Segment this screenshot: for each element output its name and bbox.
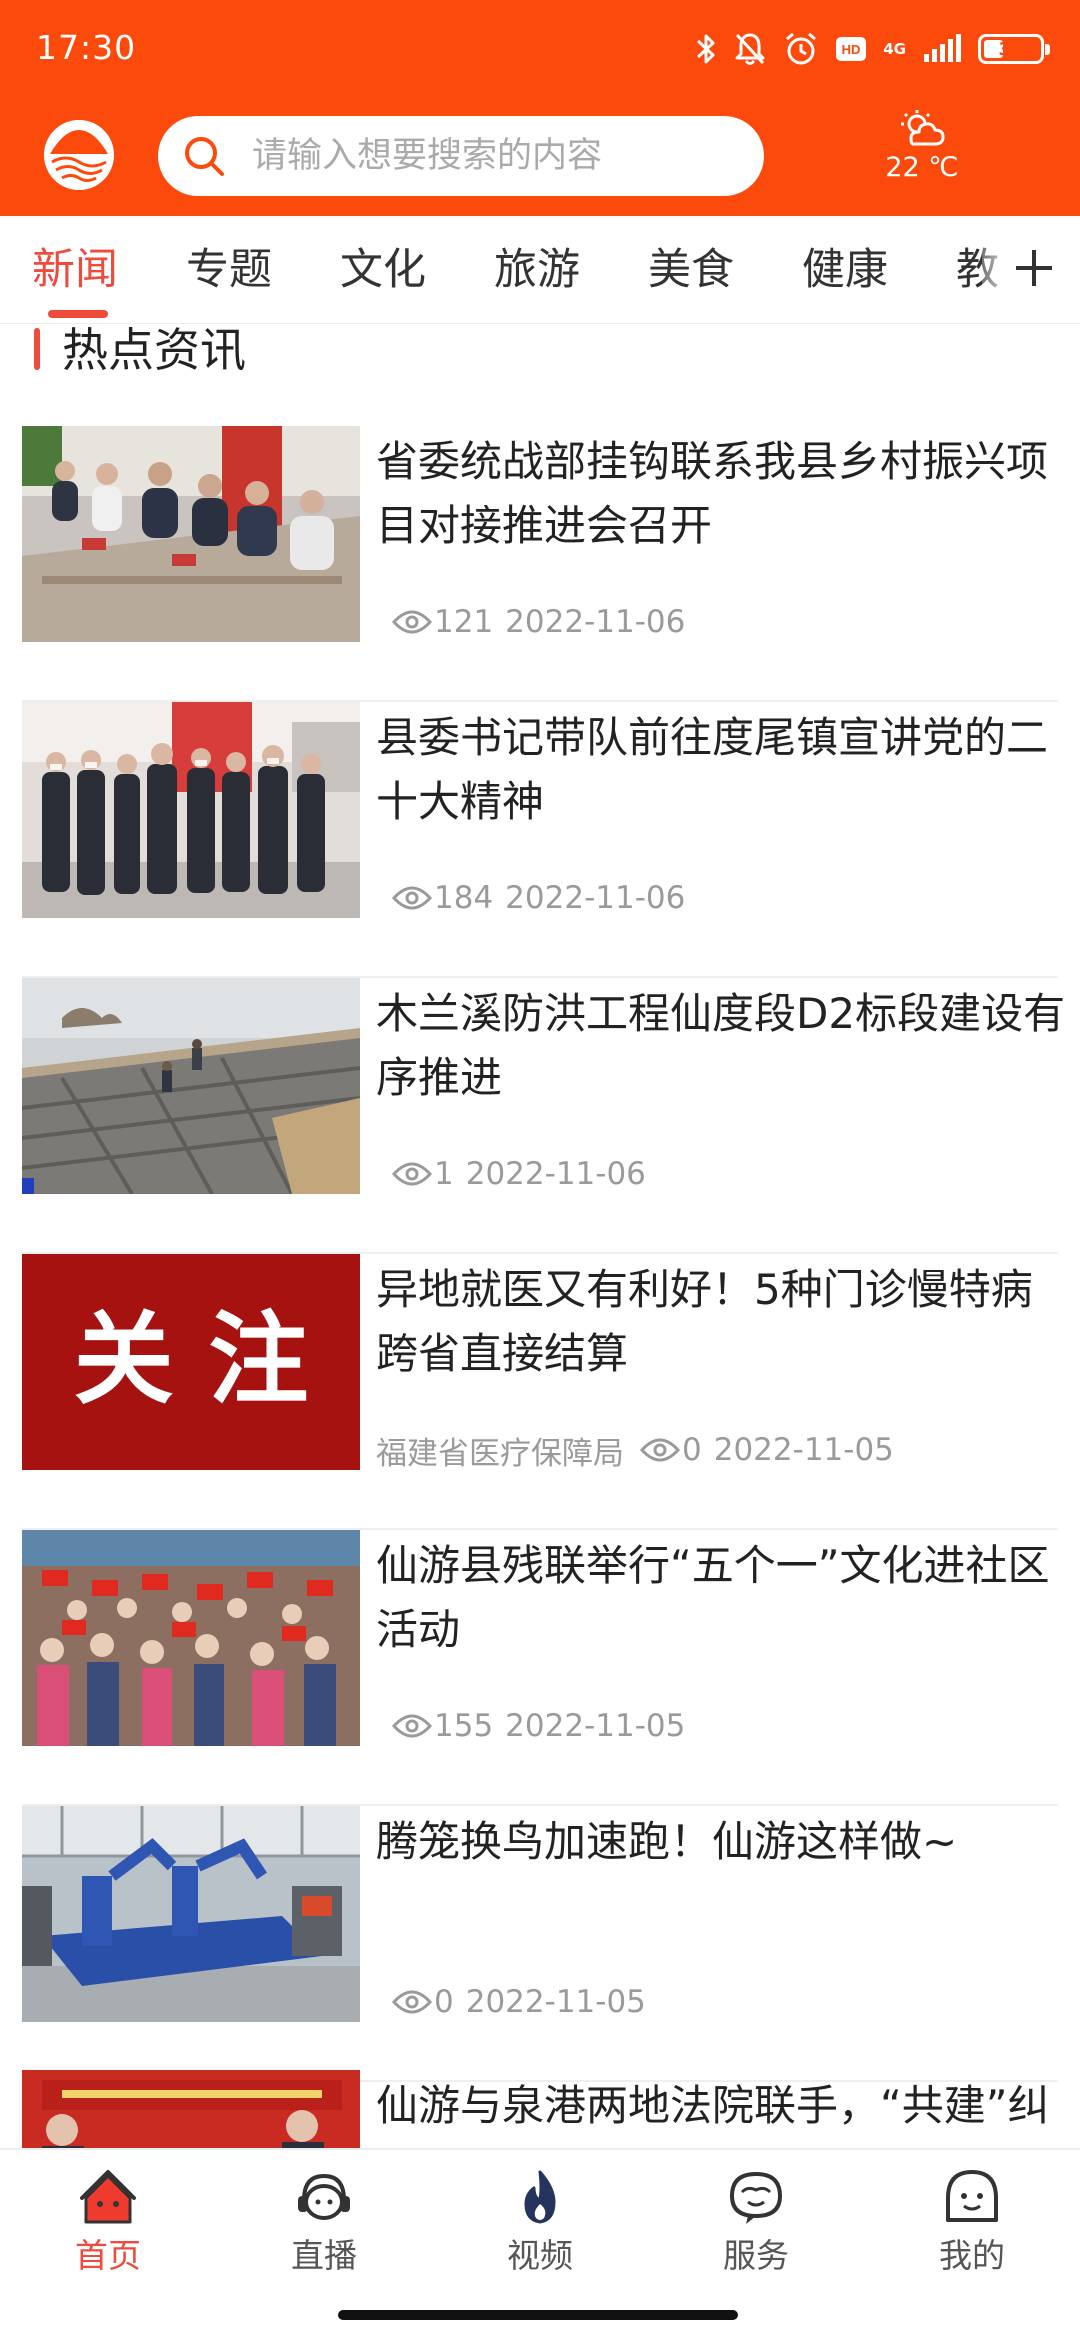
news-item[interactable]: 腾笼换鸟加速跑！仙游这样做~ 0 2022-11-05 bbox=[22, 1806, 1058, 2082]
news-meta: 福建省医疗保障局 0 2022-11-05 bbox=[376, 1430, 894, 1472]
news-thumbnail bbox=[22, 702, 360, 918]
svg-text:HD: HD bbox=[842, 42, 861, 57]
add-channel-button[interactable] bbox=[982, 216, 1080, 323]
news-title: 腾笼换鸟加速跑！仙游这样做~ bbox=[376, 1817, 958, 1866]
status-time: 17:30 bbox=[36, 28, 137, 67]
meeting-photo bbox=[22, 426, 360, 642]
attention-banner: 关 注 bbox=[22, 1254, 360, 1470]
search-icon bbox=[185, 137, 224, 176]
battery-icon: 36 bbox=[978, 34, 1050, 64]
tab-food[interactable]: 美食 bbox=[648, 216, 734, 323]
section-marker bbox=[34, 328, 40, 370]
news-date: 2022-11-06 bbox=[465, 1156, 646, 1192]
home-indicator[interactable] bbox=[338, 2310, 738, 2320]
news-item[interactable]: 仙游县残联举行“五个一”文化进社区活动 155 2022-11-05 bbox=[22, 1530, 1058, 1806]
temperature: 22 ℃ bbox=[885, 152, 959, 183]
nav-live[interactable]: 直播 bbox=[244, 2168, 404, 2298]
search-placeholder: 请输入想要搜索的内容 bbox=[252, 136, 603, 176]
nav-service[interactable]: 服务 bbox=[676, 2168, 836, 2298]
nav-service-label: 服务 bbox=[723, 2236, 789, 2275]
plus-icon bbox=[1016, 250, 1052, 286]
status-icons: HD 4G 36 bbox=[695, 24, 1050, 74]
news-meta: 121 2022-11-06 bbox=[376, 602, 685, 642]
battery-percent: 36 bbox=[998, 38, 1024, 60]
live-headset-icon bbox=[298, 2173, 350, 2220]
logo-icon bbox=[44, 120, 114, 190]
tab-travel[interactable]: 旅游 bbox=[494, 216, 580, 323]
news-meta: 0 2022-11-05 bbox=[376, 1982, 646, 2022]
search-bar[interactable]: 请输入想要搜索的内容 bbox=[158, 116, 764, 196]
flame-icon bbox=[524, 2170, 556, 2224]
news-thumbnail bbox=[22, 1806, 360, 2022]
news-thumbnail bbox=[22, 426, 360, 642]
group-visit-photo bbox=[22, 702, 360, 918]
news-date: 2022-11-05 bbox=[465, 1984, 646, 2020]
news-item[interactable]: 关 注 异地就医又有利好！5种门诊慢特病跨省直接结算 福建省医疗保障局 0 20… bbox=[22, 1254, 1058, 1530]
view-count: 0 bbox=[434, 1984, 454, 2020]
construction-site-photo bbox=[22, 978, 360, 1194]
news-title: 县委书记带队前往度尾镇宣讲党的二十大精神 bbox=[376, 713, 1049, 826]
news-date: 2022-11-05 bbox=[505, 1708, 686, 1744]
news-thumbnail: 关 注 bbox=[22, 1254, 360, 1470]
hd-icon: HD bbox=[836, 37, 867, 61]
news-title: 省委统战部挂钩联系我县乡村振兴项目对接推进会召开 bbox=[376, 437, 1049, 550]
tab-health[interactable]: 健康 bbox=[802, 216, 888, 323]
view-count: 121 bbox=[434, 604, 494, 640]
nav-profile[interactable]: 我的 bbox=[892, 2168, 1052, 2298]
tab-culture[interactable]: 文化 bbox=[340, 216, 426, 323]
news-meta: 1 2022-11-06 bbox=[376, 1154, 646, 1194]
news-meta: 155 2022-11-05 bbox=[376, 1706, 685, 1746]
view-count: 184 bbox=[434, 880, 494, 916]
app-logo[interactable] bbox=[44, 120, 114, 190]
nav-video-label: 视频 bbox=[507, 2236, 573, 2275]
partly-cloudy-icon bbox=[901, 110, 945, 146]
news-date: 2022-11-05 bbox=[713, 1432, 894, 1468]
crowd-flags-photo bbox=[22, 1530, 360, 1746]
news-date: 2022-11-06 bbox=[505, 880, 686, 916]
news-thumbnail bbox=[22, 1530, 360, 1746]
top-header: 17:30 HD 4G 36 请输入想要搜索的内容 22 ℃ bbox=[0, 0, 1080, 216]
bluetooth-icon bbox=[697, 34, 715, 64]
nav-home[interactable]: 首页 bbox=[28, 2168, 188, 2298]
signal-icon bbox=[924, 34, 961, 62]
home-icon bbox=[80, 2170, 136, 2224]
tab-topics[interactable]: 专题 bbox=[186, 216, 272, 323]
weather-widget[interactable]: 22 ℃ bbox=[880, 108, 964, 192]
eye-icon bbox=[392, 886, 432, 910]
section-title: 热点资讯 bbox=[62, 323, 246, 377]
news-item[interactable]: 县委书记带队前往度尾镇宣讲党的二十大精神 184 2022-11-06 bbox=[22, 702, 1058, 978]
nav-home-label: 首页 bbox=[75, 2236, 141, 2275]
news-title: 异地就医又有利好！5种门诊慢特病跨省直接结算 bbox=[376, 1265, 1033, 1378]
news-source: 福建省医疗保障局 bbox=[376, 1435, 624, 1472]
view-count: 155 bbox=[434, 1708, 494, 1744]
nav-profile-label: 我的 bbox=[939, 2236, 1005, 2275]
network-type: 4G bbox=[883, 39, 906, 58]
nav-video[interactable]: 视频 bbox=[460, 2168, 620, 2298]
tab-news[interactable]: 新闻 bbox=[32, 216, 118, 323]
banner-text: 关 注 bbox=[74, 1301, 309, 1418]
news-title: 仙游县残联举行“五个一”文化进社区活动 bbox=[376, 1541, 1050, 1654]
category-tabs: 新闻 专题 文化 旅游 美食 健康 教 bbox=[0, 216, 1080, 324]
service-icon bbox=[729, 2171, 783, 2224]
news-date: 2022-11-06 bbox=[505, 604, 686, 640]
eye-icon bbox=[392, 1990, 432, 2014]
news-title: 木兰溪防洪工程仙度段D2标段建设有序推进 bbox=[376, 989, 1066, 1102]
nav-live-label: 直播 bbox=[291, 2236, 357, 2275]
news-item[interactable]: 省委统战部挂钩联系我县乡村振兴项目对接推进会召开 121 2022-11-06 bbox=[22, 426, 1058, 702]
news-meta: 184 2022-11-06 bbox=[376, 878, 685, 918]
profile-icon bbox=[946, 2170, 998, 2222]
view-count: 1 bbox=[434, 1156, 454, 1192]
view-count: 0 bbox=[682, 1432, 702, 1468]
eye-icon bbox=[392, 1714, 432, 1738]
status-bar: 17:30 HD 4G 36 bbox=[0, 0, 1080, 100]
news-item[interactable]: 木兰溪防洪工程仙度段D2标段建设有序推进 1 2022-11-06 bbox=[22, 978, 1065, 1254]
factory-robot-photo bbox=[22, 1806, 360, 2022]
eye-icon bbox=[392, 610, 432, 634]
mute-icon bbox=[735, 33, 765, 65]
active-tab-indicator bbox=[48, 310, 108, 318]
eye-icon bbox=[392, 1162, 432, 1186]
eye-icon bbox=[640, 1438, 680, 1462]
alarm-icon bbox=[786, 32, 817, 65]
news-thumbnail bbox=[22, 978, 360, 1194]
